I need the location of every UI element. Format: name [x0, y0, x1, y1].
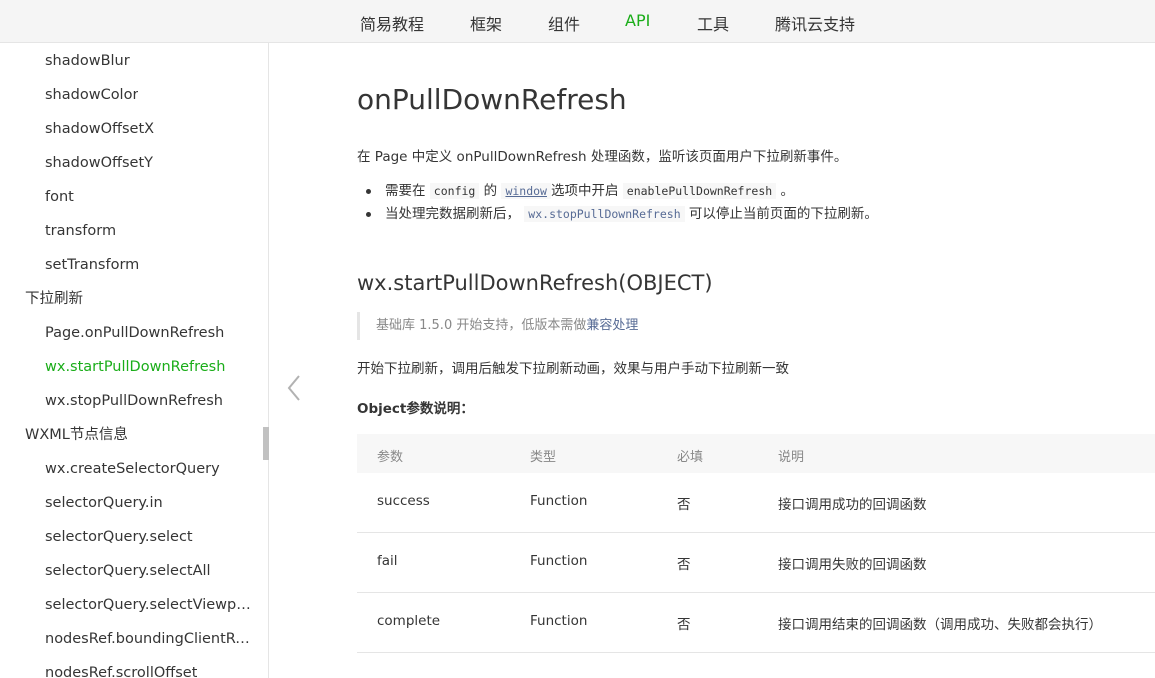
table-row: fail Function 否 接口调用失败的回调函数	[357, 533, 1155, 593]
cell-type: Function	[530, 493, 588, 509]
bullet-item-config: 需要在 config 的 window 选项中开启 enablePullDownR…	[357, 181, 878, 204]
nav-item-tencent-cloud[interactable]: 腾讯云支持	[775, 11, 855, 35]
description-text: 开始下拉刷新，调用后触发下拉刷新动画，效果与用户手动下拉刷新一致	[357, 361, 789, 377]
code-stoppulldownrefresh[interactable]: wx.stopPullDownRefresh	[524, 206, 685, 222]
nav-item-tutorial[interactable]: 简易教程	[360, 11, 424, 35]
page-title: onPullDownRefresh	[357, 83, 627, 116]
bullet1-end: 。	[780, 183, 794, 199]
version-note-text: 基础库 1.5.0 开始支持，低版本需做	[376, 318, 587, 333]
main-content: onPullDownRefresh 在 Page 中定义 onPullDownR…	[270, 43, 1155, 678]
sidebar-item-shadowoffsetx[interactable]: shadowOffsetX	[45, 119, 154, 139]
cell-description: 接口调用失败的回调函数	[778, 557, 927, 573]
bullet-list: 需要在 config 的 window 选项中开启 enablePullDownR…	[357, 181, 878, 227]
sidebar-item-page-onpulldownrefresh[interactable]: Page.onPullDownRefresh	[45, 323, 224, 343]
sidebar-item-selectorquery-selectall[interactable]: selectorQuery.selectAll	[45, 561, 211, 581]
cell-description: 接口调用成功的回调函数	[778, 497, 927, 513]
code-config: config	[429, 183, 480, 199]
compat-link[interactable]: 兼容处理	[586, 318, 638, 333]
bullet2-pre: 当处理完数据刷新后，	[385, 206, 520, 222]
sidebar-item-settransform[interactable]: setTransform	[45, 255, 139, 275]
cell-description: 接口调用结束的回调函数（调用成功、失败都会执行）	[778, 617, 1102, 633]
sidebar-item-selectorquery-in[interactable]: selectorQuery.in	[45, 493, 163, 513]
cell-param: complete	[377, 613, 441, 629]
header-param: 参数	[377, 450, 404, 465]
sidebar-item-selectorquery-select[interactable]: selectorQuery.select	[45, 527, 193, 547]
code-enablepulldownrefresh: enablePullDownRefresh	[622, 183, 777, 199]
cell-type: Function	[530, 553, 588, 569]
sidebar-item-shadowoffsety[interactable]: shadowOffsetY	[45, 153, 153, 173]
sidebar-section-wxml-node-info[interactable]: WXML节点信息	[25, 425, 128, 445]
top-nav: 简易教程 框架 组件 API 工具 腾讯云支持	[0, 0, 1155, 43]
bullet1-mid: 的	[483, 183, 498, 199]
table-row: complete Function 否 接口调用结束的回调函数（调用成功、失败都…	[357, 593, 1155, 653]
table-header: 参数 类型 必填 说明	[357, 434, 1155, 473]
nav-item-framework[interactable]: 框架	[470, 11, 502, 35]
sidebar-item-selectorquery-selectviewport[interactable]: selectorQuery.selectViewport	[45, 595, 255, 615]
cell-required: 否	[677, 497, 691, 513]
object-params-label: Object参数说明：	[357, 401, 474, 417]
table-row: success Function 否 接口调用成功的回调函数	[357, 473, 1155, 533]
bullet1-pre: 需要在	[385, 183, 426, 199]
intro-text: 在 Page 中定义 onPullDownRefresh 处理函数，监听该页面用…	[357, 149, 848, 165]
nav-item-api[interactable]: API	[625, 11, 650, 30]
sidebar-section-pulldown-refresh[interactable]: 下拉刷新	[25, 289, 83, 309]
bullet1-post: 选项中开启	[550, 183, 619, 199]
header-required: 必填	[677, 450, 704, 465]
sidebar-item-font[interactable]: font	[45, 187, 74, 207]
nav-item-tools[interactable]: 工具	[697, 11, 729, 35]
bullet-item-stop: 当处理完数据刷新后， wx.stopPullDownRefresh 可以停止当前…	[357, 204, 878, 227]
cell-param: fail	[377, 553, 398, 569]
header-description: 说明	[778, 450, 805, 465]
sidebar-item-nodesref-boundingclientrect[interactable]: nodesRef.boundingClientRect	[45, 629, 255, 649]
cell-required: 否	[677, 617, 691, 633]
bullet2-post: 可以停止当前页面的下拉刷新。	[688, 206, 878, 222]
sidebar-item-wx-stoppulldownrefresh[interactable]: wx.stopPullDownRefresh	[45, 391, 223, 411]
section-heading: wx.startPullDownRefresh(OBJECT)	[357, 271, 713, 295]
sidebar: shadowBlur shadowColor shadowOffsetX sha…	[0, 43, 269, 678]
sidebar-item-transform[interactable]: transform	[45, 221, 116, 241]
sidebar-item-wx-startpulldownrefresh[interactable]: wx.startPullDownRefresh	[45, 357, 225, 377]
sidebar-item-shadowblur[interactable]: shadowBlur	[45, 51, 130, 71]
version-note: 基础库 1.5.0 开始支持，低版本需做兼容处理	[357, 312, 638, 340]
sidebar-scrollbar[interactable]	[263, 427, 269, 460]
cell-required: 否	[677, 557, 691, 573]
header-type: 类型	[530, 450, 557, 465]
window-link[interactable]: window	[501, 183, 551, 199]
sidebar-item-shadowcolor[interactable]: shadowColor	[45, 85, 138, 105]
nav-item-components[interactable]: 组件	[548, 11, 580, 35]
cell-type: Function	[530, 613, 588, 629]
sidebar-item-wx-createselectorquery[interactable]: wx.createSelectorQuery	[45, 459, 220, 479]
cell-param: success	[377, 493, 430, 509]
sidebar-item-nodesref-scrolloffset[interactable]: nodesRef.scrollOffset	[45, 663, 197, 678]
params-table: 参数 类型 必填 说明 success Function 否 接口调用成功的回调…	[357, 434, 1155, 653]
